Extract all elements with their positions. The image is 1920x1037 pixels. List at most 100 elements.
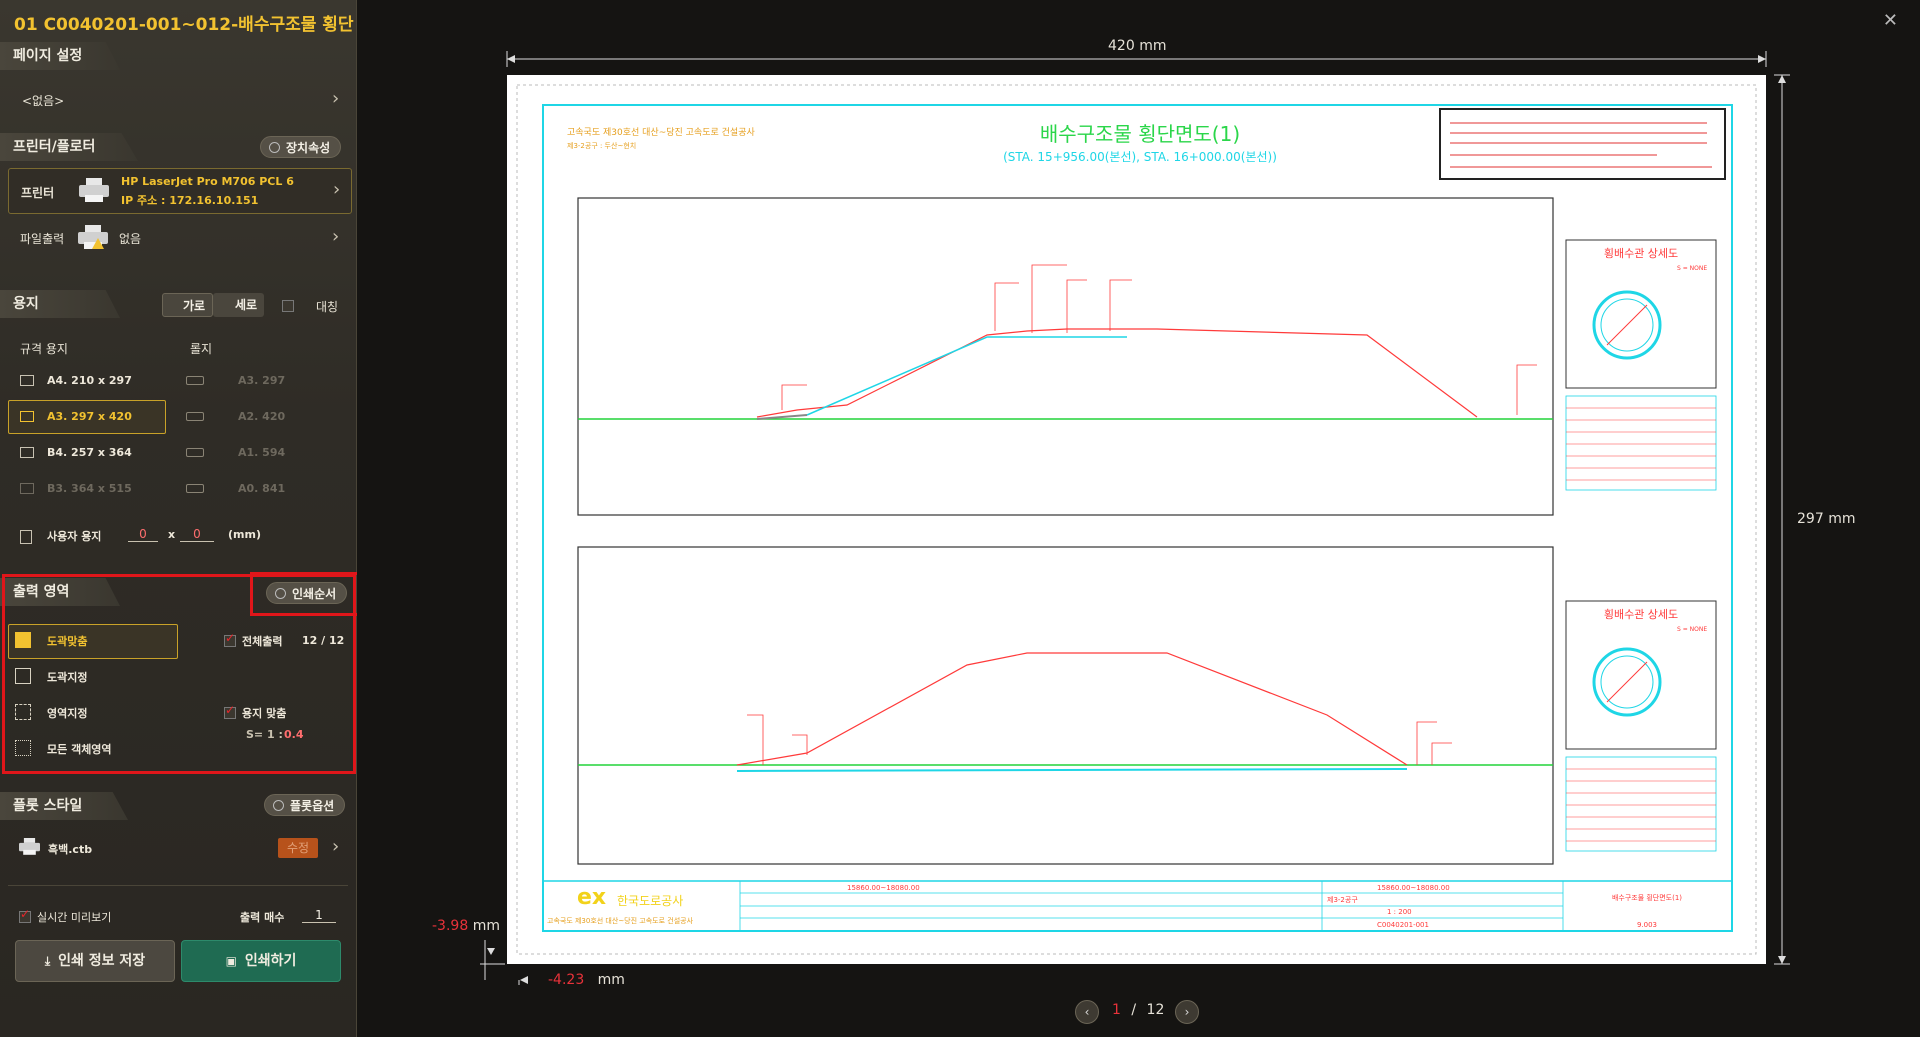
- paper-icon: [20, 411, 34, 422]
- device-properties-button[interactable]: 장치속성: [260, 136, 342, 158]
- paper-a3[interactable]: A3. 297 x 420: [47, 410, 132, 423]
- save-print-info-label: 인쇄 정보 저장: [58, 953, 146, 969]
- copies-input[interactable]: 1: [302, 908, 336, 923]
- roll-icon: [186, 484, 204, 493]
- orientation-portrait-button[interactable]: 세로: [213, 293, 264, 317]
- roll-a0: A0. 841: [238, 482, 286, 495]
- file-output-value[interactable]: 없음: [119, 230, 141, 247]
- plot-style-header: 플롯 스타일: [0, 792, 128, 820]
- printer-header: 프린터/플로터: [0, 133, 138, 161]
- region-select-icon: [15, 704, 31, 720]
- mirror-checkbox[interactable]: [282, 300, 294, 312]
- titleblock-project: 고속국도 제30호선 대산~당진 고속도로 건설공사: [547, 916, 694, 925]
- prev-page-button[interactable]: ‹: [1075, 1000, 1099, 1024]
- page-setup-value[interactable]: <없음>: [22, 92, 64, 109]
- titleblock-route: 15860.00~18080.00: [847, 884, 920, 892]
- scale-prefix: S= 1 :: [246, 728, 283, 741]
- plot-options-button[interactable]: 플롯옵션: [264, 794, 346, 816]
- printer-label: 프린터: [21, 186, 55, 200]
- divider: [8, 885, 348, 886]
- ctb-printer-icon: [19, 838, 40, 855]
- file-output-label: 파일출력: [20, 232, 65, 246]
- paper-icon: [20, 483, 34, 494]
- width-dimension: 420 mm: [1108, 38, 1166, 54]
- page-indicator: 1 / 12: [1112, 1002, 1164, 1018]
- fit-paper-checkbox[interactable]: [224, 703, 236, 719]
- printer-icon: [79, 178, 109, 202]
- print-button[interactable]: ▣ 인쇄하기: [181, 940, 341, 982]
- paper-b4[interactable]: B4. 257 x 364: [47, 446, 132, 459]
- orientation-landscape-button[interactable]: 가로: [162, 293, 213, 317]
- roll-paper-label: 롤지: [190, 342, 213, 356]
- close-icon[interactable]: ✕: [1883, 10, 1898, 31]
- custom-height-input[interactable]: 0: [180, 527, 214, 542]
- height-value: 297: [1797, 511, 1824, 527]
- ctb-name: 흑백.ctb: [48, 843, 93, 856]
- fit-frame-option[interactable]: 도곽맞춤: [47, 633, 87, 649]
- paper-icon: [20, 375, 34, 386]
- paper-a4[interactable]: A4. 210 x 297: [47, 374, 132, 387]
- document-title: 01 C0040201-001~012-배수구조물 횡단면...: [14, 15, 354, 35]
- download-icon: ⤓: [44, 954, 51, 968]
- offset-x-dimension: -4.23 mm: [548, 972, 625, 988]
- detail-box-2: [1565, 600, 1717, 750]
- printer-selector[interactable]: 프린터 HP LaserJet Pro M706 PCL 6 IP 주소 : 1…: [8, 168, 352, 214]
- printer-name: HP LaserJet Pro M706 PCL 6: [121, 175, 294, 188]
- roll-a1: A1. 594: [238, 446, 286, 459]
- height-dimension: 297 mm: [1797, 511, 1855, 527]
- selected-area-highlight: [8, 624, 178, 659]
- titleblock-route-2: 15860.00~18080.00: [1377, 884, 1450, 892]
- device-properties-label: 장치속성: [286, 141, 331, 155]
- custom-x-label: x: [168, 528, 176, 541]
- landscape-label: 가로: [183, 299, 206, 313]
- printer-chevron-icon: ›: [333, 179, 341, 200]
- titleblock-section: 제3-2공구: [1327, 896, 1358, 904]
- gear-icon: [273, 800, 284, 811]
- paper-icon: [20, 447, 34, 458]
- offset-x-unit: mm: [597, 972, 625, 988]
- roll-a2: A2. 420: [238, 410, 286, 423]
- roll-icon: [186, 448, 204, 457]
- detail-scale-2: S = NONE: [1677, 626, 1707, 633]
- next-page-button[interactable]: ›: [1175, 1000, 1199, 1024]
- copies-label: 출력 매수: [240, 911, 285, 924]
- custom-width-input[interactable]: 0: [128, 527, 158, 542]
- custom-paper-icon: [20, 530, 32, 544]
- file-output-chevron-icon[interactable]: ›: [332, 226, 339, 247]
- current-page: 1: [1112, 1002, 1121, 1018]
- ctb-edit-button[interactable]: 수정: [278, 838, 318, 858]
- print-all-checkbox[interactable]: [224, 631, 236, 647]
- height-unit: mm: [1828, 511, 1856, 527]
- titleblock-scale: 1 : 200: [1387, 908, 1412, 916]
- all-objects-option[interactable]: 모든 객체영역: [47, 741, 112, 757]
- roll-icon: [186, 412, 204, 421]
- roll-a3: A3. 297: [238, 374, 286, 387]
- notes-box: [1439, 108, 1726, 180]
- section-frame-2: [577, 546, 1554, 865]
- roll-icon: [186, 376, 204, 385]
- custom-unit-label: (mm): [228, 528, 261, 541]
- live-preview-label: 실시간 미리보기: [37, 911, 112, 924]
- live-preview-checkbox[interactable]: [19, 907, 31, 923]
- plot-options-label: 플롯옵션: [290, 799, 335, 813]
- frame-select-icon: [15, 668, 31, 684]
- save-print-info-button[interactable]: ⤓ 인쇄 정보 저장: [15, 940, 175, 982]
- page-separator: /: [1131, 1002, 1137, 1018]
- region-select-option[interactable]: 영역지정: [47, 705, 87, 721]
- print-all-count: 12 / 12: [302, 634, 345, 647]
- portrait-label: 세로: [235, 298, 258, 312]
- detail-title-1: 횡배수관 상세도: [1604, 247, 1678, 260]
- offset-y-dimension: -3.98 mm: [432, 918, 500, 934]
- offset-x-value: -4.23: [548, 972, 585, 988]
- section-frame-1: [577, 197, 1554, 516]
- cad-drawing: 고속국도 제30호선 대산~당진 고속도로 건설공사 제3-2공구 : 두산~현…: [516, 84, 1757, 955]
- custom-paper-label: 사용자 용지: [47, 530, 102, 543]
- titleblock-page: 9.003: [1637, 921, 1657, 929]
- print-settings-panel: 01 C0040201-001~012-배수구조물 횡단면... 페이지 설정 …: [0, 0, 360, 1037]
- project-line2: 제3-2공구 : 두산~현치: [567, 141, 636, 150]
- frame-select-option[interactable]: 도곽지정: [47, 669, 87, 685]
- fit-frame-icon: [15, 632, 31, 648]
- page-setup-chevron-icon[interactable]: ›: [332, 88, 339, 109]
- ctb-chevron-icon[interactable]: ›: [332, 836, 339, 857]
- paper-b3: B3. 364 x 515: [47, 482, 132, 495]
